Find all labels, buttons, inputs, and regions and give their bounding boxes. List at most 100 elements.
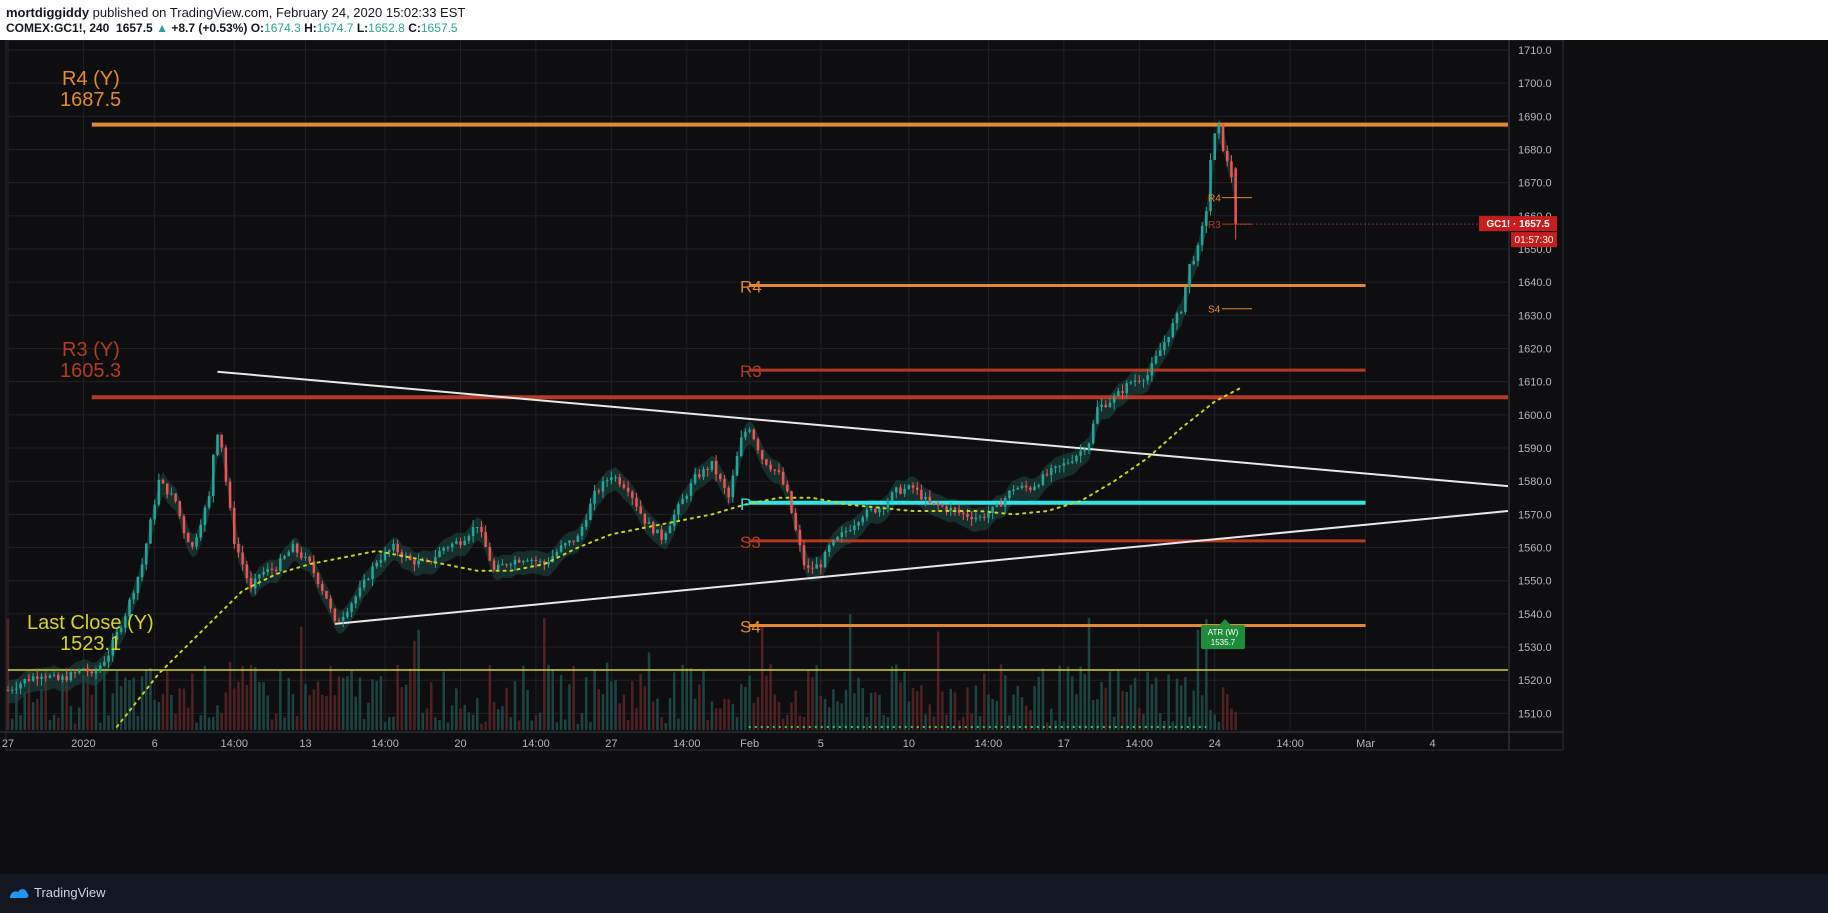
candle-body bbox=[1003, 498, 1007, 507]
candle-body bbox=[274, 569, 278, 572]
y-tick-label: 1560.0 bbox=[1518, 543, 1552, 555]
candle-body bbox=[853, 525, 856, 531]
volume-bar bbox=[526, 689, 529, 730]
volume-bar bbox=[396, 664, 399, 730]
volume-bar bbox=[308, 695, 311, 730]
candle-body bbox=[480, 526, 483, 532]
volume-bar bbox=[660, 717, 663, 730]
candle-body bbox=[65, 676, 68, 681]
candle-body bbox=[781, 471, 785, 485]
candle-body bbox=[392, 543, 395, 551]
y-tick-label: 1620.0 bbox=[1518, 344, 1552, 356]
volume-bar bbox=[1096, 699, 1099, 730]
volume-bar bbox=[999, 664, 1003, 730]
candle-body bbox=[295, 543, 299, 553]
candle-body bbox=[1213, 133, 1216, 161]
candle-body bbox=[731, 475, 735, 498]
candle-body bbox=[983, 516, 986, 518]
volume-bar bbox=[212, 716, 215, 730]
volume-bar bbox=[1083, 674, 1087, 730]
volume-bar bbox=[735, 717, 739, 730]
candle-body bbox=[145, 543, 148, 565]
candle-body bbox=[555, 551, 559, 557]
candle-body bbox=[610, 477, 613, 481]
volume-bar bbox=[36, 698, 39, 730]
volume-bar bbox=[777, 702, 781, 730]
candle-body bbox=[505, 564, 508, 566]
volume-bar bbox=[224, 692, 228, 730]
volume-bar bbox=[580, 713, 584, 730]
volume-bar bbox=[388, 717, 391, 730]
candle-body bbox=[1108, 402, 1112, 408]
candle-body bbox=[291, 543, 295, 553]
publish-line: mortdiggiddy published on TradingView.co… bbox=[6, 5, 465, 20]
volume-bar bbox=[1154, 677, 1158, 730]
volume-bar bbox=[1062, 721, 1066, 730]
x-tick-label: 13 bbox=[299, 738, 311, 750]
volume-bar bbox=[1163, 721, 1166, 730]
candle-body bbox=[333, 608, 337, 621]
candle-body bbox=[748, 429, 751, 432]
volume-bar bbox=[610, 681, 613, 730]
volume-bar bbox=[710, 701, 714, 730]
candle-body bbox=[442, 547, 446, 551]
candle-body bbox=[1230, 161, 1233, 178]
candle-body bbox=[283, 556, 286, 559]
candle-body bbox=[978, 516, 982, 518]
candle-body bbox=[165, 483, 169, 495]
candle-body bbox=[132, 592, 135, 600]
volume-bar bbox=[6, 618, 10, 730]
candle-body bbox=[484, 531, 487, 547]
volume-bar bbox=[295, 716, 299, 730]
volume-bar bbox=[781, 718, 785, 730]
volume-bar bbox=[505, 687, 508, 730]
candle-body bbox=[1112, 396, 1116, 403]
volume-bar bbox=[568, 684, 571, 730]
candle-body bbox=[354, 596, 358, 604]
volume-bar bbox=[991, 698, 994, 730]
volume-bar bbox=[899, 682, 902, 730]
volume-bar bbox=[333, 695, 337, 730]
volume-bar bbox=[1012, 694, 1015, 730]
candle-body bbox=[584, 519, 588, 527]
candle-body bbox=[396, 543, 399, 553]
price-chart[interactable]: 1510.0 1520.0 1530.0 1540.0 1550.0 1560.0 1570… bbox=[0, 40, 1828, 874]
ema-band bbox=[8, 118, 1236, 704]
volume-bar bbox=[702, 671, 705, 730]
candle-body bbox=[36, 676, 39, 679]
volume-bar bbox=[857, 677, 860, 730]
volume-bar bbox=[266, 695, 270, 730]
volume-bar bbox=[681, 664, 684, 730]
tradingview-brand[interactable]: TradingView bbox=[34, 885, 106, 900]
author-name[interactable]: mortdiggiddy bbox=[6, 5, 89, 20]
candle-body bbox=[57, 674, 60, 680]
candle-body bbox=[1070, 461, 1074, 463]
volume-bar bbox=[1058, 665, 1061, 730]
volume-bar bbox=[941, 691, 944, 730]
volume-bar bbox=[1184, 677, 1187, 730]
candle-body bbox=[1029, 487, 1032, 490]
volume-bar bbox=[1226, 694, 1229, 730]
candle-body bbox=[932, 503, 936, 505]
volume-bar bbox=[1108, 671, 1112, 730]
candle-body bbox=[576, 535, 580, 542]
candle-body bbox=[1184, 287, 1187, 313]
candle-body bbox=[945, 506, 948, 511]
candle-body bbox=[802, 545, 806, 566]
candle-body bbox=[685, 495, 689, 499]
volume-bar bbox=[1100, 682, 1103, 730]
volume-bar bbox=[400, 687, 404, 730]
candle-body bbox=[350, 603, 353, 612]
chart-area[interactable]: 1510.0 1520.0 1530.0 1540.0 1550.0 1560.0 1570… bbox=[0, 40, 1828, 874]
candle-body bbox=[1121, 391, 1124, 394]
candle-body bbox=[601, 481, 605, 492]
volume-bar bbox=[417, 629, 420, 730]
candle-body bbox=[760, 450, 764, 460]
volume-bar bbox=[631, 681, 634, 730]
candle-body bbox=[605, 480, 609, 482]
x-tick-label: Feb bbox=[740, 738, 759, 750]
volume-bar bbox=[174, 713, 177, 730]
tradingview-logo-icon[interactable] bbox=[8, 886, 30, 900]
candle-body bbox=[693, 474, 697, 484]
volume-bar bbox=[178, 688, 182, 730]
